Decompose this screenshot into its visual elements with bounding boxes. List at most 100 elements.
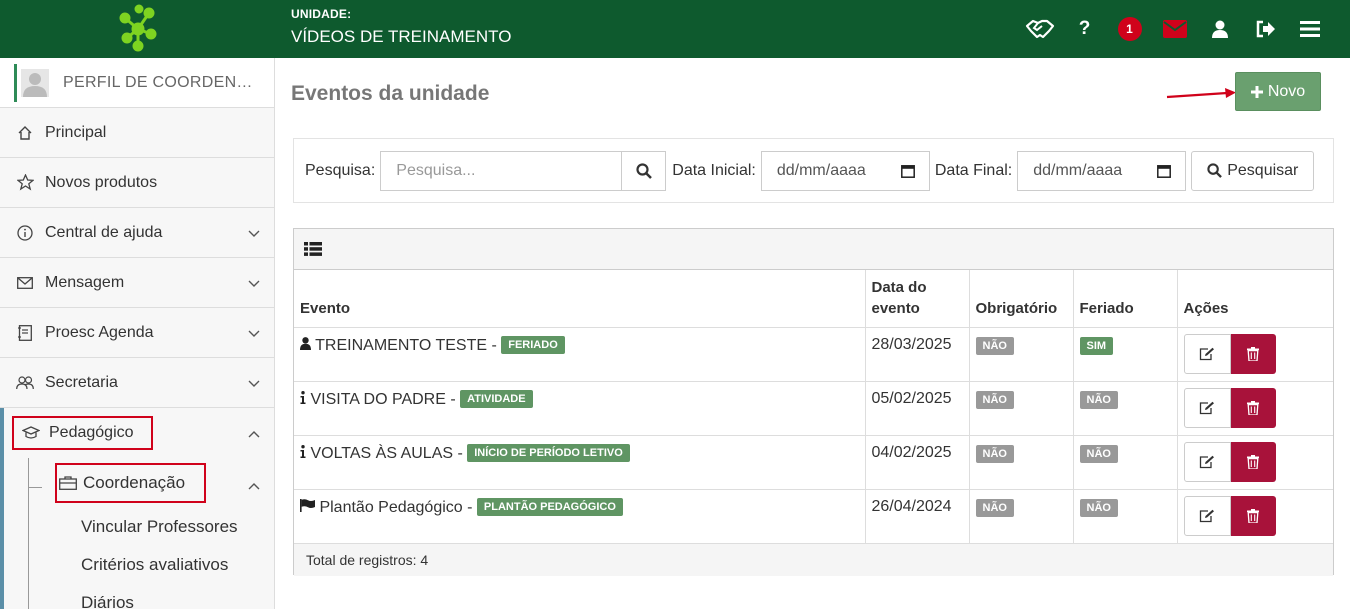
panel-header bbox=[294, 229, 1333, 270]
actions-cell bbox=[1177, 489, 1333, 544]
logout-icon[interactable] bbox=[1242, 0, 1287, 58]
sidebar-subitem-diarios[interactable]: Diários bbox=[4, 584, 274, 609]
notification-badge[interactable]: 1 bbox=[1107, 0, 1152, 58]
pesquisar-button[interactable]: Pesquisar bbox=[1191, 150, 1315, 191]
col-obrigatorio[interactable]: Obrigatório bbox=[969, 270, 1074, 328]
sidebar-item-secretaria[interactable]: Secretaria bbox=[0, 358, 274, 408]
col-data[interactable]: Data do evento bbox=[865, 270, 970, 328]
help-icon[interactable]: ? bbox=[1062, 0, 1107, 58]
start-date-label: Data Inicial: bbox=[672, 161, 756, 179]
event-type-label: PLANTÃO PEDAGÓGICO bbox=[476, 497, 623, 516]
sidebar-item-label: Principal bbox=[45, 123, 107, 141]
red-arrow-annotation bbox=[1166, 88, 1236, 99]
mail-icon[interactable] bbox=[1152, 0, 1197, 58]
feriado-cell: SIM bbox=[1073, 327, 1178, 382]
sidebar-item-novos-produtos[interactable]: Novos produtos bbox=[0, 158, 274, 208]
chevron-down-icon bbox=[248, 225, 260, 243]
sidebar-item-principal[interactable]: Principal bbox=[0, 108, 274, 158]
chevron-up-icon bbox=[248, 425, 260, 443]
calendar-icon[interactable] bbox=[1157, 164, 1172, 178]
profile-selector[interactable]: PERFIL DE COORDEN… bbox=[0, 58, 274, 108]
envelope-icon bbox=[16, 274, 34, 292]
user-icon[interactable] bbox=[1197, 0, 1242, 58]
sidebar-item-label: Proesc Agenda bbox=[45, 323, 154, 341]
sidebar-item-proesc-agenda[interactable]: Proesc Agenda bbox=[0, 308, 274, 358]
sidebar: PERFIL DE COORDEN… Principal Novos produ… bbox=[0, 58, 275, 609]
trash-icon bbox=[1247, 454, 1259, 469]
feriado-cell: NÃO bbox=[1073, 435, 1178, 490]
edit-button[interactable] bbox=[1183, 495, 1231, 536]
calendar-icon[interactable] bbox=[900, 164, 915, 178]
sidebar-item-central-de-ajuda[interactable]: Central de ajuda bbox=[0, 208, 274, 258]
table-row: TREINAMENTO TESTE - FERIADO 28/03/2025 N… bbox=[294, 327, 1333, 382]
event-date: 28/03/2025 bbox=[865, 327, 970, 382]
edit-button[interactable] bbox=[1183, 387, 1231, 428]
events-table: Evento Data do evento Obrigatório Feriado… bbox=[294, 270, 1333, 544]
info-icon bbox=[300, 390, 306, 408]
edit-icon bbox=[1199, 509, 1214, 522]
top-bar: UNIDADE: VÍDEOS DE TREINAMENTO ? 1 bbox=[0, 0, 1350, 58]
table-row: VOLTAS ÀS AULAS - INÍCIO DE PERÍODO LETI… bbox=[294, 435, 1333, 490]
unit-info: UNIDADE: VÍDEOS DE TREINAMENTO bbox=[291, 7, 511, 47]
start-date-field[interactable]: dd/mm/aaaa bbox=[760, 150, 930, 191]
sidebar-submenu: Coordenação Vincular Professores Critéri… bbox=[0, 458, 274, 609]
new-event-button[interactable]: Novo bbox=[1235, 72, 1321, 111]
info-icon bbox=[300, 444, 306, 462]
logo[interactable] bbox=[0, 0, 275, 58]
edit-icon bbox=[1199, 401, 1214, 414]
home-icon bbox=[16, 124, 34, 142]
plus-icon bbox=[1250, 85, 1263, 98]
page-title: Eventos da unidade bbox=[291, 82, 490, 105]
end-date-value: dd/mm/aaaa bbox=[1033, 161, 1123, 179]
handshake-icon[interactable] bbox=[1017, 0, 1062, 58]
briefcase-icon bbox=[59, 475, 79, 491]
event-name: Plantão Pedagógico - bbox=[319, 498, 477, 516]
col-data-line1: Data do bbox=[871, 278, 927, 296]
feriado-cell: NÃO bbox=[1073, 381, 1178, 436]
sidebar-item-mensagem[interactable]: Mensagem bbox=[0, 258, 274, 308]
menu-icon[interactable] bbox=[1287, 0, 1332, 58]
profile-accent-bar bbox=[14, 63, 17, 102]
sidebar-item-pedagogico[interactable]: Pedagógico bbox=[0, 408, 274, 458]
delete-button[interactable] bbox=[1230, 495, 1276, 536]
search-input[interactable]: Pesquisa... bbox=[380, 150, 622, 191]
sidebar-subitem-vincular-professores[interactable]: Vincular Professores bbox=[4, 508, 274, 546]
sidebar-item-label: Central de ajuda bbox=[45, 223, 163, 241]
event-type-label: ATIVIDADE bbox=[460, 389, 533, 408]
col-feriado[interactable]: Feriado bbox=[1073, 270, 1178, 328]
unit-name[interactable]: VÍDEOS DE TREINAMENTO bbox=[291, 27, 511, 47]
chevron-down-icon bbox=[248, 275, 260, 293]
end-date-field[interactable]: dd/mm/aaaa bbox=[1017, 150, 1187, 191]
obrigatorio-cell: NÃO bbox=[969, 489, 1074, 544]
delete-button[interactable] bbox=[1230, 387, 1276, 428]
events-panel: Evento Data do evento Obrigatório Feriado… bbox=[293, 228, 1334, 576]
trash-icon bbox=[1247, 508, 1259, 523]
info-icon bbox=[16, 224, 34, 242]
event-name: VOLTAS ÀS AULAS - bbox=[310, 444, 468, 462]
obrigatorio-badge: NÃO bbox=[975, 444, 1014, 463]
feriado-badge: NÃO bbox=[1079, 390, 1118, 409]
filter-panel: Pesquisa: Pesquisa... Data Inicial: dd/m… bbox=[293, 138, 1334, 203]
event-type-label: FERIADO bbox=[501, 335, 565, 354]
delete-button[interactable] bbox=[1230, 441, 1276, 482]
edit-button[interactable] bbox=[1183, 441, 1231, 482]
sidebar-item-label: Novos produtos bbox=[45, 173, 158, 191]
sidebar-item-coordenacao[interactable]: Coordenação bbox=[4, 458, 274, 508]
logo-icon bbox=[119, 4, 156, 52]
unit-label: UNIDADE: bbox=[291, 7, 352, 21]
event-cell: TREINAMENTO TESTE - FERIADO bbox=[294, 327, 866, 382]
list-icon bbox=[304, 242, 322, 256]
delete-button[interactable] bbox=[1230, 333, 1276, 374]
feriado-badge: NÃO bbox=[1079, 444, 1118, 463]
table-row: Plantão Pedagógico - PLANTÃO PEDAGÓGICO … bbox=[294, 489, 1333, 544]
search-button[interactable] bbox=[621, 150, 667, 191]
search-icon bbox=[636, 162, 652, 179]
chevron-up-icon bbox=[248, 477, 260, 495]
event-name: TREINAMENTO TESTE - bbox=[315, 336, 502, 354]
end-date-label: Data Final: bbox=[934, 161, 1013, 179]
flag-icon bbox=[300, 498, 315, 516]
col-evento[interactable]: Evento bbox=[294, 270, 866, 328]
edit-button[interactable] bbox=[1183, 333, 1231, 374]
table-row: VISITA DO PADRE - ATIVIDADE 05/02/2025 N… bbox=[294, 381, 1333, 436]
sidebar-subitem-criterios-avaliativos[interactable]: Critérios avaliativos bbox=[4, 546, 274, 584]
